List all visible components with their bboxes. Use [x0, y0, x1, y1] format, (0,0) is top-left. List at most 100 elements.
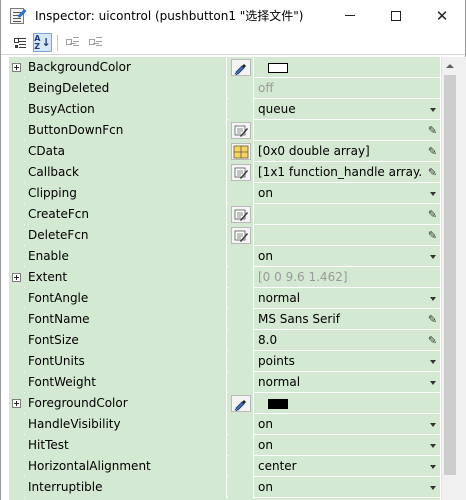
property-value[interactable]: 8.0: [255, 330, 423, 351]
property-edit-cell[interactable]: [228, 162, 254, 183]
property-value[interactable]: on: [255, 435, 423, 456]
dropdown-button[interactable]: [425, 288, 440, 309]
vertical-scrollbar[interactable]: [441, 57, 458, 500]
callback-editor-icon[interactable]: [230, 164, 251, 181]
edit-value-button[interactable]: ✎: [425, 120, 440, 141]
property-value[interactable]: MS Sans Serif: [255, 309, 423, 330]
callback-editor-icon[interactable]: [230, 122, 251, 139]
expand-plus-icon[interactable]: [12, 273, 21, 282]
property-row[interactable]: FontName MS Sans Serif ✎: [9, 309, 440, 330]
edit-value-button[interactable]: ✎: [425, 162, 440, 183]
property-row[interactable]: DeleteFcn ✎: [9, 225, 440, 246]
property-row[interactable]: HitTest on: [9, 435, 440, 456]
property-value[interactable]: on: [255, 414, 423, 435]
property-value[interactable]: on: [255, 246, 423, 267]
property-edit-cell[interactable]: [228, 225, 254, 246]
edit-value-button[interactable]: ✎: [425, 141, 440, 162]
property-value[interactable]: normal: [255, 372, 423, 393]
chevron-down-icon: [429, 443, 436, 448]
property-row[interactable]: BackgroundColor: [9, 57, 440, 78]
expand-all-button[interactable]: [63, 33, 82, 52]
property-edit-cell[interactable]: [228, 120, 254, 141]
property-row[interactable]: ForegroundColor: [9, 393, 440, 414]
property-value[interactable]: [255, 120, 423, 141]
callback-editor-icon[interactable]: [230, 227, 251, 244]
dropdown-button[interactable]: [425, 456, 440, 477]
alphabetical-sort-button[interactable]: A Z ↓: [33, 33, 52, 52]
row-gutter[interactable]: [9, 57, 24, 78]
inspector-window: Inspector: uicontrol (pushbutton1 "选择文件"…: [0, 0, 466, 500]
property-row[interactable]: FontWeight normal: [9, 372, 440, 393]
property-row[interactable]: FontUnits points: [9, 351, 440, 372]
property-value[interactable]: [0x0 double array]: [255, 141, 423, 162]
title-bar[interactable]: Inspector: uicontrol (pushbutton1 "选择文件"…: [1, 0, 465, 31]
row-gutter[interactable]: [9, 393, 24, 414]
color-swatch[interactable]: [268, 62, 288, 73]
expand-plus-icon[interactable]: [12, 63, 21, 72]
color-swatch[interactable]: [268, 398, 288, 409]
property-row[interactable]: HorizontalAlignment center: [9, 456, 440, 477]
scroll-up-button[interactable]: [442, 57, 458, 74]
window-controls: ✕: [327, 0, 465, 31]
property-value[interactable]: [255, 204, 423, 225]
collapse-all-button[interactable]: [86, 33, 105, 52]
property-row[interactable]: Enable on: [9, 246, 440, 267]
property-row[interactable]: HandleVisibility on: [9, 414, 440, 435]
dropdown-button[interactable]: [425, 183, 440, 204]
property-name: Interruptible: [25, 477, 227, 498]
dropdown-button[interactable]: [425, 351, 440, 372]
dropdown-button[interactable]: [425, 246, 440, 267]
expand-plus-icon[interactable]: [12, 399, 21, 408]
property-row[interactable]: BeingDeleted off: [9, 78, 440, 99]
property-row[interactable]: FontAngle normal: [9, 288, 440, 309]
property-row[interactable]: CreateFcn ✎: [9, 204, 440, 225]
property-value[interactable]: normal: [255, 288, 423, 309]
property-value[interactable]: queue: [255, 99, 423, 120]
callback-editor-icon[interactable]: [230, 206, 251, 223]
property-value[interactable]: center: [255, 456, 423, 477]
property-value[interactable]: [1x1 function_handle array...: [255, 162, 423, 183]
property-row[interactable]: Extent [0 0 9.6 1.462]: [9, 267, 440, 288]
edit-value-button[interactable]: ✎: [425, 330, 440, 351]
inspector-toolbar: A Z ↓: [1, 31, 465, 55]
minimize-button[interactable]: [327, 0, 373, 31]
array-editor-icon[interactable]: [230, 143, 251, 160]
property-value[interactable]: on: [255, 477, 423, 498]
pencil-icon: ✎: [427, 145, 438, 158]
property-row[interactable]: FontSize 8.0 ✎: [9, 330, 440, 351]
property-value[interactable]: [255, 57, 423, 78]
property-value[interactable]: on: [255, 183, 423, 204]
edit-value-button[interactable]: ✎: [425, 309, 440, 330]
color-picker-icon[interactable]: [230, 395, 251, 412]
dropdown-button[interactable]: [425, 435, 440, 456]
row-gutter[interactable]: [9, 267, 24, 288]
categorized-view-button[interactable]: [10, 33, 29, 52]
scroll-thumb[interactable]: [444, 75, 456, 475]
maximize-button[interactable]: [373, 0, 419, 31]
row-gutter: [9, 435, 24, 456]
edit-value-button[interactable]: ✎: [425, 225, 440, 246]
property-row[interactable]: Interruptible on: [9, 477, 440, 498]
property-value[interactable]: [255, 393, 423, 414]
property-row[interactable]: CData [0x0 double array] ✎: [9, 141, 440, 162]
property-row[interactable]: BusyAction queue: [9, 99, 440, 120]
property-value[interactable]: [255, 225, 423, 246]
property-row[interactable]: Clipping on: [9, 183, 440, 204]
close-button[interactable]: ✕: [419, 0, 465, 31]
dropdown-button[interactable]: [425, 414, 440, 435]
dropdown-button[interactable]: [425, 372, 440, 393]
property-edit-cell[interactable]: [228, 204, 254, 225]
property-row[interactable]: Callback [1x1 function_handle array... ✎: [9, 162, 440, 183]
dropdown-button[interactable]: [425, 477, 440, 498]
color-picker-icon[interactable]: [230, 59, 251, 76]
alphabetical-sort-icon: A Z ↓: [34, 33, 51, 51]
property-row[interactable]: ButtonDownFcn ✎: [9, 120, 440, 141]
property-edit-cell[interactable]: [228, 393, 254, 414]
property-name: HorizontalAlignment: [25, 456, 227, 477]
property-edit-cell[interactable]: [228, 57, 254, 78]
dropdown-button[interactable]: [425, 99, 440, 120]
row-gutter: [9, 204, 24, 225]
edit-value-button[interactable]: ✎: [425, 204, 440, 225]
property-edit-cell[interactable]: [228, 141, 254, 162]
property-value[interactable]: points: [255, 351, 423, 372]
